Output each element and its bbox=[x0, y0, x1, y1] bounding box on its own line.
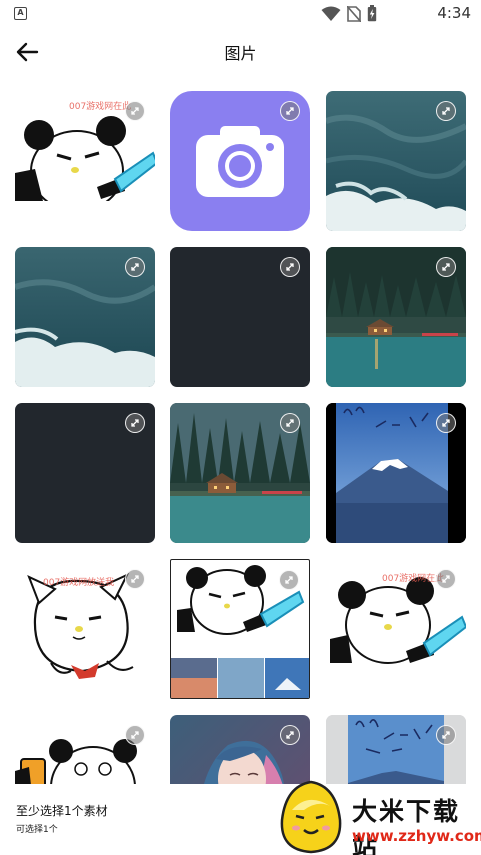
watermark-text: 007游戏网在此 bbox=[382, 574, 445, 584]
expand-arrows-icon[interactable] bbox=[436, 101, 456, 121]
clock: 4:34 bbox=[437, 4, 471, 22]
expand-arrows-icon[interactable] bbox=[280, 101, 300, 121]
expand-arrows-icon[interactable] bbox=[125, 257, 145, 277]
expand-arrows-icon[interactable] bbox=[280, 413, 300, 433]
image-tile[interactable] bbox=[326, 91, 466, 231]
image-tile[interactable] bbox=[15, 715, 155, 784]
expand-arrows-icon[interactable] bbox=[279, 570, 299, 590]
watermark-text: 007游戏网在此 bbox=[69, 102, 132, 112]
battery-charging-icon bbox=[367, 5, 377, 22]
image-tile[interactable] bbox=[15, 247, 155, 387]
image-tile[interactable] bbox=[170, 91, 310, 231]
image-tile[interactable] bbox=[326, 403, 466, 543]
image-tile[interactable] bbox=[326, 247, 466, 387]
image-tile[interactable]: 007游戏网在此 bbox=[15, 91, 155, 231]
expand-arrows-icon[interactable] bbox=[436, 569, 456, 589]
image-tile[interactable] bbox=[326, 715, 466, 784]
expand-arrows-icon[interactable] bbox=[280, 725, 300, 745]
app-notification-icon: A bbox=[14, 7, 27, 20]
expand-arrows-icon[interactable] bbox=[436, 257, 456, 277]
image-tile[interactable] bbox=[170, 559, 310, 699]
expand-arrows-icon[interactable] bbox=[125, 413, 145, 433]
page-title: 图片 bbox=[224, 44, 257, 63]
app-bar: 图片 bbox=[0, 28, 481, 76]
image-tile[interactable] bbox=[170, 403, 310, 543]
site-logo-watermark: 大米下载站 www.zzhyw.com bbox=[272, 776, 481, 855]
logo-url: www.zzhyw.com bbox=[352, 827, 481, 845]
logo-name: 大米下载站 bbox=[352, 797, 461, 855]
image-tile[interactable]: 007游戏网在此 bbox=[326, 559, 466, 699]
selection-limit: 可选择1个 bbox=[16, 825, 58, 835]
image-tile[interactable] bbox=[170, 247, 310, 387]
image-tile[interactable] bbox=[15, 403, 155, 543]
expand-arrows-icon[interactable] bbox=[125, 101, 145, 121]
system-icons bbox=[321, 5, 377, 22]
no-sim-icon bbox=[347, 5, 361, 22]
expand-arrows-icon[interactable] bbox=[436, 413, 456, 433]
expand-arrows-icon[interactable] bbox=[125, 725, 145, 745]
expand-arrows-icon[interactable] bbox=[280, 257, 300, 277]
image-tile[interactable] bbox=[170, 715, 310, 784]
image-grid: 007游戏网在此 007游戏网放送我 007游戏网在此 bbox=[15, 91, 466, 784]
expand-arrows-icon[interactable] bbox=[125, 569, 145, 589]
image-tile[interactable]: 007游戏网放送我 bbox=[15, 559, 155, 699]
watermark-text: 007游戏网放送我 bbox=[43, 578, 115, 588]
egg-mascot-icon bbox=[280, 780, 342, 854]
selection-hint: 至少选择1个素材 bbox=[16, 804, 108, 818]
status-bar: A 4:34 bbox=[0, 0, 481, 28]
expand-arrows-icon[interactable] bbox=[436, 725, 456, 745]
wifi-icon bbox=[321, 6, 341, 21]
